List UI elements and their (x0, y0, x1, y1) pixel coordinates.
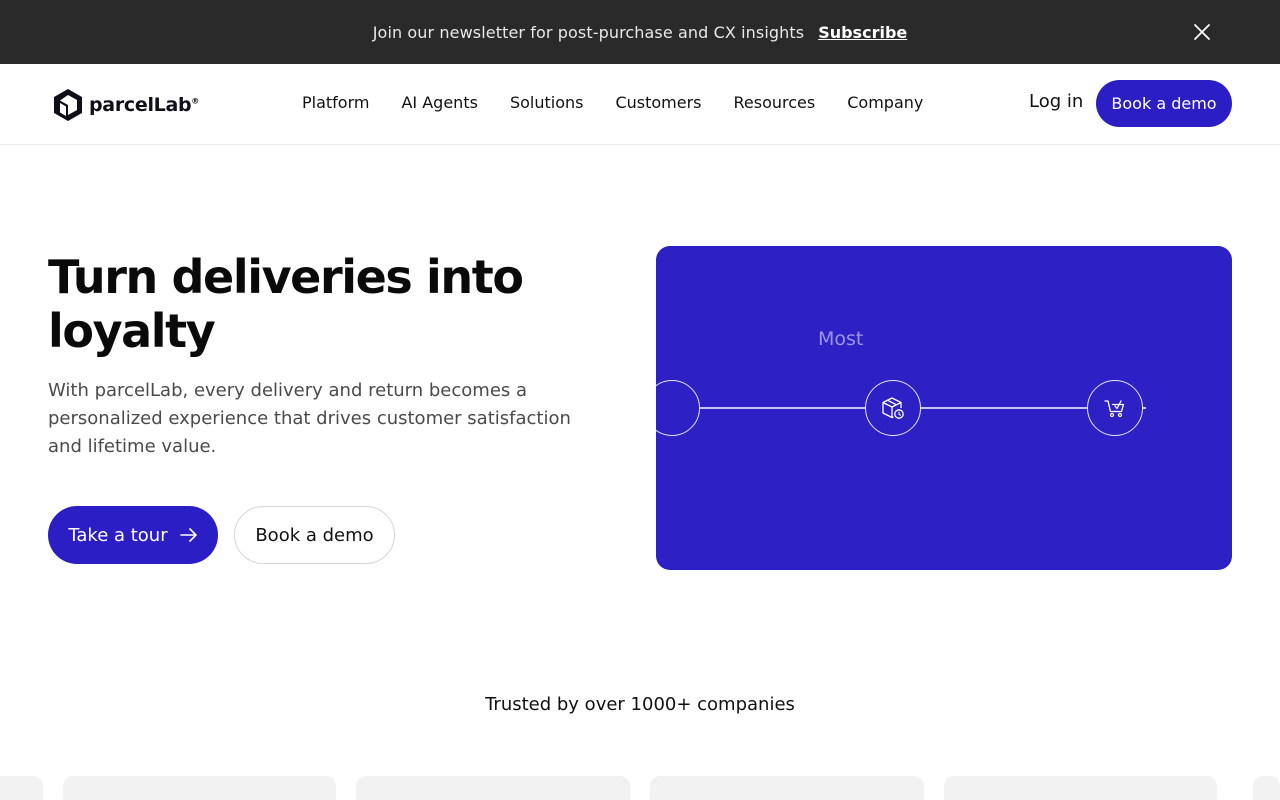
close-icon[interactable] (1190, 20, 1214, 44)
hero-book-demo-button[interactable]: Book a demo (234, 506, 395, 564)
cart-icon (1104, 400, 1125, 418)
hero-visual-card: Most (656, 246, 1232, 570)
hero-subtitle: With parcelLab, every delivery and retur… (48, 380, 571, 457)
hero-title: Turn deliveries into loyalty (48, 250, 524, 358)
card-animated-word: Most (818, 328, 864, 350)
brand-logo[interactable]: parcelLab® (52, 88, 199, 122)
customer-logo-tile (944, 776, 1217, 800)
trusted-heading: Trusted by over 1000+ companies (485, 694, 795, 715)
nav-item-company[interactable]: Company (847, 93, 923, 112)
nav-item-ai-agents[interactable]: AI Agents (401, 93, 477, 112)
timeline-node-package (865, 380, 921, 436)
take-tour-button[interactable]: Take a tour (48, 506, 218, 564)
nav-item-solutions[interactable]: Solutions (510, 93, 584, 112)
customer-logo-tile (0, 776, 43, 800)
customer-logo-tile (63, 776, 336, 800)
customer-logo-tile (1253, 776, 1280, 800)
subscribe-link[interactable]: Subscribe (818, 23, 907, 42)
announcement-bar: Join our newsletter for post-purchase an… (0, 0, 1280, 64)
header-book-demo-button[interactable]: Book a demo (1096, 80, 1232, 127)
arrow-right-icon (179, 528, 197, 542)
parcellab-cube-logo-icon (54, 89, 82, 121)
login-link[interactable]: Log in (1029, 91, 1083, 112)
timeline-node-cart (1087, 380, 1143, 436)
nav-item-resources[interactable]: Resources (734, 93, 816, 112)
package-icon (882, 397, 904, 419)
timeline-node-empty (656, 380, 700, 436)
announcement-text: Join our newsletter for post-purchase an… (372, 22, 805, 42)
take-tour-label: Take a tour (68, 524, 168, 546)
brand-name: parcelLab® (89, 94, 199, 116)
customer-logo-tile (650, 776, 924, 800)
main-nav: Platform AI Agents Solutions Customers R… (302, 93, 955, 112)
nav-item-platform[interactable]: Platform (302, 93, 369, 112)
site-header: parcelLab® Platform AI Agents Solutions … (0, 64, 1280, 145)
customer-logo-tile (356, 776, 630, 800)
nav-item-customers[interactable]: Customers (615, 93, 701, 112)
